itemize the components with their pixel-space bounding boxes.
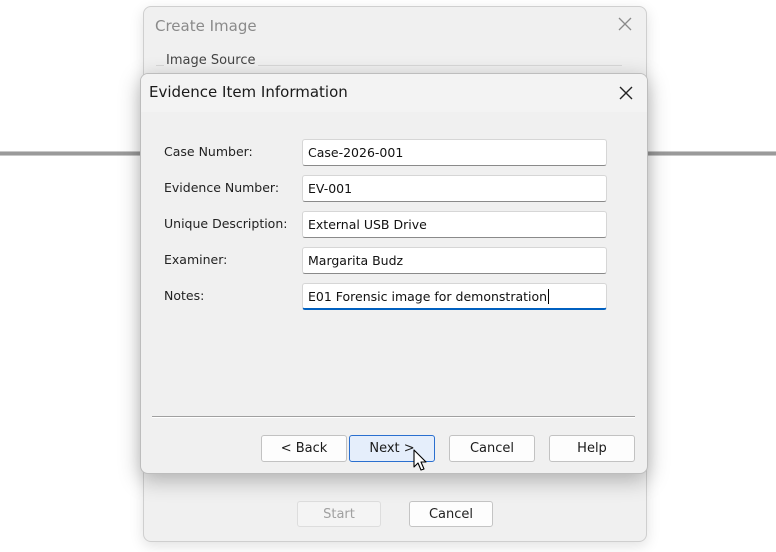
unique-description-field[interactable]: External USB Drive — [302, 211, 607, 238]
text-caret — [548, 288, 550, 304]
help-button[interactable]: Help — [549, 435, 635, 462]
evidence-number-label: Evidence Number: — [164, 180, 280, 195]
notes-field[interactable]: E01 Forensic image for demonstration — [302, 283, 607, 310]
notes-label: Notes: — [164, 288, 205, 303]
case-number-value: Case-2026-001 — [308, 145, 404, 160]
notes-value: E01 Forensic image for demonstration — [308, 289, 548, 304]
evidence-number-field[interactable]: EV-001 — [302, 175, 607, 202]
unique-description-value: External USB Drive — [308, 217, 427, 232]
examiner-field[interactable]: Margarita Budz — [302, 247, 607, 274]
cancel-button[interactable]: Cancel — [449, 435, 535, 462]
image-source-label: Image Source — [164, 53, 258, 68]
case-number-field[interactable]: Case-2026-001 — [302, 139, 607, 166]
background-divider-right — [645, 151, 776, 156]
start-button[interactable]: Start — [297, 501, 381, 527]
background-divider-left — [0, 151, 145, 156]
background-cancel-button[interactable]: Cancel — [409, 501, 493, 527]
unique-description-label: Unique Description: — [164, 216, 288, 231]
close-icon[interactable] — [615, 82, 637, 104]
back-button[interactable]: < Back — [261, 435, 347, 462]
examiner-label: Examiner: — [164, 252, 228, 267]
evidence-item-dialog: Evidence Item Information Case Number: C… — [140, 73, 648, 474]
case-number-label: Case Number: — [164, 144, 253, 159]
dialog-titlebar: Evidence Item Information — [141, 74, 647, 112]
mouse-pointer-icon — [413, 449, 427, 471]
examiner-value: Margarita Budz — [308, 253, 404, 268]
close-icon[interactable] — [616, 15, 634, 33]
dialog-title: Evidence Item Information — [149, 83, 348, 101]
dialog-separator — [152, 416, 635, 418]
create-image-title: Create Image — [155, 17, 257, 35]
evidence-number-value: EV-001 — [308, 181, 353, 196]
